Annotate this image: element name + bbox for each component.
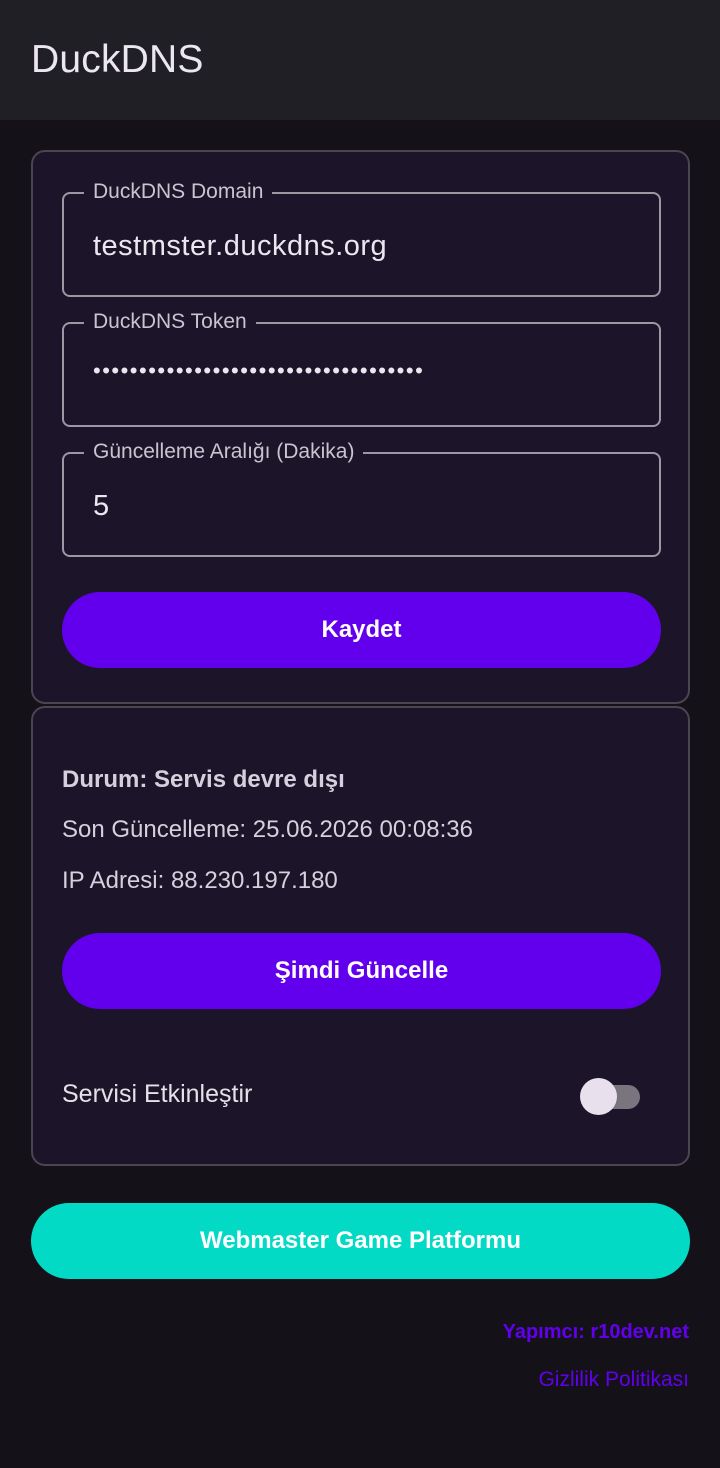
last-update-text: Son Güncelleme: 25.06.2026 00:08:36 [62,816,473,843]
service-status-text: Durum: Servis devre dışı [62,766,345,793]
webmaster-platform-button[interactable]: Webmaster Game Platformu [31,1203,690,1279]
token-field-value[interactable]: •••••••••••••••••••••••••••••••••••• [93,358,424,384]
interval-field[interactable]: Güncelleme Aralığı (Dakika) 5 [62,439,661,557]
enable-service-label: Servisi Etkinleştir [62,1080,253,1108]
token-field-label: DuckDNS Token [84,309,256,335]
privacy-policy-link[interactable]: Gizlilik Politikası [538,1368,689,1392]
developer-credit-link[interactable]: Yapımcı: r10dev.net [503,1321,689,1344]
app-title: DuckDNS [31,38,204,81]
switch-thumb [580,1078,617,1115]
app-bar: DuckDNS [0,0,720,120]
domain-field-value[interactable]: testmster.duckdns.org [93,230,387,263]
save-button[interactable]: Kaydet [62,592,661,668]
token-field[interactable]: DuckDNS Token ••••••••••••••••••••••••••… [62,309,661,427]
ip-address-text: IP Adresi: 88.230.197.180 [62,867,338,894]
domain-field-label: DuckDNS Domain [84,179,273,205]
update-now-button[interactable]: Şimdi Güncelle [62,933,661,1009]
domain-field[interactable]: DuckDNS Domain testmster.duckdns.org [62,179,661,297]
interval-field-value[interactable]: 5 [93,490,110,523]
interval-field-label: Güncelleme Aralığı (Dakika) [84,439,364,465]
settings-card: DuckDNS Domain testmster.duckdns.org Duc… [31,150,690,704]
enable-service-switch[interactable] [578,1076,642,1116]
status-card: Durum: Servis devre dışı Son Güncelleme:… [31,706,690,1166]
